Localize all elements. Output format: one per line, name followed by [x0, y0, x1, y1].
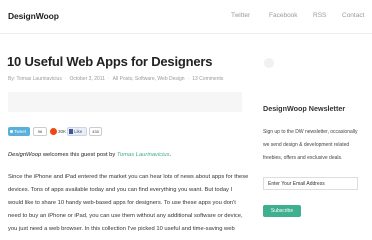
- nav-facebook-link[interactable]: Facebook: [269, 12, 298, 19]
- intro-text: welcomes this guest post by: [41, 152, 117, 158]
- post-body-line: you just need a web browser. In this col…: [8, 226, 235, 232]
- meta-separator: ·: [187, 76, 190, 82]
- newsletter-text: freebies, offers and exclusive deals.: [263, 155, 343, 161]
- stumbleupon-count: 30K: [58, 129, 67, 134]
- guest-author-link[interactable]: Tomas Laurinavicius: [117, 152, 170, 158]
- post-author[interactable]: By: Tomas Laurinavicius: [8, 76, 62, 82]
- top-bar: DesignWoop Twitter Facebook RSS Contact: [0, 0, 372, 34]
- twitter-bird-icon: [9, 129, 13, 133]
- like-count: 435: [89, 127, 102, 136]
- tweet-count: 96: [33, 127, 47, 136]
- post-body-line: need to buy an iPhone or iPad, you can u…: [8, 213, 243, 219]
- post-date: October 3, 2011: [69, 76, 106, 82]
- sidebar-placeholder-icon: [264, 58, 274, 68]
- facebook-icon: [69, 129, 73, 134]
- post-categories[interactable]: All Posts, Software, Web Design: [113, 76, 185, 82]
- intro-site-name: DesignWoop: [8, 152, 42, 158]
- post-title[interactable]: 10 Useful Web Apps for Designers: [7, 54, 212, 69]
- meta-separator: ·: [64, 76, 67, 82]
- tweet-button[interactable]: Tweet: [8, 127, 30, 136]
- nav-contact-link[interactable]: Contact: [342, 12, 364, 19]
- post-meta: By: Tomas Laurinavicius · October 3, 2011 ·…: [8, 76, 223, 82]
- stumbleupon-button[interactable]: 30K: [50, 127, 68, 136]
- site-logo[interactable]: DesignWoop: [8, 11, 59, 21]
- subscribe-button[interactable]: Subscribe: [263, 205, 301, 217]
- post-comments-link[interactable]: 13 Comments: [192, 76, 223, 82]
- post-body-line: would like to share 10 handy web-based a…: [8, 200, 236, 206]
- like-label: Like: [74, 129, 83, 134]
- nav-twitter-link[interactable]: Twitter: [231, 12, 250, 19]
- newsletter-text: we send design & development related: [263, 142, 350, 148]
- tweet-label: Tweet: [14, 129, 27, 134]
- post-intro: DesignWoop welcomes this guest post by T…: [8, 152, 171, 158]
- facebook-like-button[interactable]: Like: [67, 127, 87, 136]
- newsletter-title: DesignWoop Newsletter: [263, 104, 346, 113]
- newsletter-email-input[interactable]: [263, 177, 358, 190]
- post-body-line: devices. Tons of apps available today an…: [8, 187, 233, 193]
- newsletter-text: Sign up to the DW newsletter, occasional…: [263, 129, 358, 135]
- intro-period: .: [169, 152, 172, 158]
- stumbleupon-icon: [50, 128, 57, 135]
- post-body-line: Since the iPhone and iPad entered the ma…: [8, 174, 249, 180]
- meta-separator: ·: [108, 76, 110, 82]
- nav-rss-link[interactable]: RSS: [313, 12, 326, 19]
- ad-placeholder: [8, 92, 242, 112]
